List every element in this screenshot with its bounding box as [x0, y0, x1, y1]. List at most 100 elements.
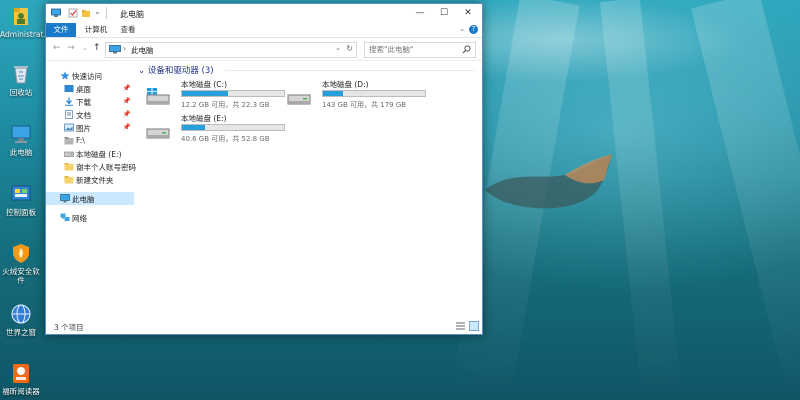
desktop-icon-foxit[interactable]: 福昕阅读器: [0, 362, 42, 396]
tab-view[interactable]: 查看: [116, 23, 140, 37]
this-pc-icon: [109, 45, 121, 54]
documents-folder-icon: [65, 110, 73, 119]
title-bar[interactable]: ⌄ 此电脑 — ☐ ✕: [46, 4, 482, 23]
pin-icon: 📌: [122, 110, 131, 118]
tab-file[interactable]: 文件: [46, 23, 76, 37]
breadcrumb-this-pc[interactable]: 此电脑: [131, 45, 154, 56]
window-title: 此电脑: [120, 10, 144, 19]
ribbon-tabs: 文件 计算机 查看 ⌄ ?: [46, 23, 482, 38]
desktop-icon-user-folder[interactable]: Administrat...: [0, 5, 51, 39]
section-title: 设备和驱动器 (3): [147, 66, 214, 76]
title-separator: [106, 7, 107, 19]
this-pc-icon: [60, 194, 70, 203]
details-view-icon[interactable]: [456, 322, 465, 330]
network-icon: [60, 213, 70, 221]
section-header[interactable]: ⌄ 设备和驱动器 (3): [138, 64, 214, 76]
nav-item-label: 此电脑: [72, 195, 95, 204]
desktop-folder-icon: [64, 85, 74, 92]
drive-name: 本地磁盘 (C:): [181, 80, 227, 89]
drive-item-d[interactable]: 本地磁盘 (D:) 143 GB 可用，共 179 GB: [287, 79, 427, 111]
drive-name: 本地磁盘 (E:): [181, 114, 227, 123]
desktop-icon-label: 此电脑: [9, 148, 33, 157]
this-pc-icon: [51, 8, 61, 17]
nav-item-label: 桌面: [76, 85, 91, 94]
properties-icon[interactable]: [68, 8, 78, 18]
mermaid-tail-image: [485, 154, 612, 209]
folder-icon: [64, 163, 74, 171]
drive-item-c[interactable]: 本地磁盘 (C:) 12.2 GB 可用，共 22.3 GB: [146, 79, 286, 111]
nav-item-label: 网络: [72, 214, 87, 223]
nav-item-drive-e[interactable]: 本地磁盘 (E:): [46, 147, 134, 160]
new-folder-icon[interactable]: [81, 8, 91, 18]
desktop-icon-theworld[interactable]: 世界之窗: [0, 303, 42, 337]
user-folder-icon: [10, 5, 32, 27]
help-icon[interactable]: ?: [469, 25, 478, 34]
expand-ribbon-icon[interactable]: ⌄: [459, 25, 465, 33]
drive-usage-fill: [182, 125, 206, 130]
recycle-bin-icon: [10, 63, 32, 85]
breadcrumb-separator[interactable]: ›: [123, 44, 126, 53]
drive-space-info: 143 GB 可用，共 179 GB: [322, 101, 407, 109]
pin-icon: 📌: [122, 123, 131, 131]
control-panel-icon: [10, 183, 32, 205]
drive-usage-bar: [181, 124, 285, 131]
refresh-icon[interactable]: ↻: [346, 44, 353, 53]
nav-item-this-pc[interactable]: 此电脑: [46, 192, 134, 205]
back-button[interactable]: ←: [53, 43, 61, 53]
minimize-button[interactable]: —: [408, 4, 432, 23]
huorong-security-icon: [10, 242, 32, 264]
address-dropdown-icon[interactable]: ⌄: [335, 44, 341, 52]
nav-item-label: 谢丰个人账号密码: [76, 163, 136, 172]
maximize-button[interactable]: ☐: [432, 4, 456, 23]
pictures-folder-icon: [64, 123, 74, 132]
desktop-icon-control-panel[interactable]: 控制面板: [0, 183, 42, 217]
folder-icon: [64, 137, 74, 145]
close-button[interactable]: ✕: [456, 4, 480, 23]
customize-toolbar-icon[interactable]: ⌄: [94, 7, 101, 16]
search-box[interactable]: [364, 42, 476, 58]
nav-item-documents[interactable]: 文档 📌: [46, 108, 134, 121]
drive-usage-bar: [322, 90, 426, 97]
nav-item-network[interactable]: 网络: [46, 211, 134, 224]
desktop-icon-this-pc[interactable]: 此电脑: [0, 123, 42, 157]
drive-space-info: 12.2 GB 可用，共 22.3 GB: [181, 101, 270, 109]
desktop-icon-label: 火绒安全软件: [2, 267, 40, 285]
collapse-chevron-icon[interactable]: ⌄: [138, 66, 145, 76]
nav-item-quick-access[interactable]: 快速访问: [46, 69, 134, 82]
folder-icon: [64, 176, 74, 184]
drive-space-info: 40.6 GB 可用，共 52.8 GB: [181, 135, 270, 143]
navigation-bar: ← → ⌄ ↑ › 此电脑 ⌄ ↻: [46, 38, 482, 61]
nav-item-downloads[interactable]: 下载 📌: [46, 95, 134, 108]
windows-drive-icon: [146, 88, 170, 105]
status-bar: 3 个项目: [46, 318, 482, 334]
desktop-icon-huorong[interactable]: 火绒安全软件: [0, 242, 42, 285]
drive-item-e[interactable]: 本地磁盘 (E:) 40.6 GB 可用，共 52.8 GB: [146, 113, 286, 145]
star-icon: [60, 71, 70, 80]
drive-name: 本地磁盘 (D:): [322, 80, 369, 89]
explorer-window: ⌄ 此电脑 — ☐ ✕ 文件 计算机 查看 ⌄ ? ← → ⌄ ↑ › 此电脑 …: [45, 3, 483, 335]
forward-button[interactable]: →: [67, 43, 75, 53]
up-button[interactable]: ↑: [93, 43, 101, 53]
content-area: ⌄ 设备和驱动器 (3) 本地磁盘 (C:) 12.2 GB 可用，共 22.3…: [138, 61, 480, 317]
nav-item-desktop[interactable]: 桌面 📌: [46, 82, 134, 95]
search-icon[interactable]: [462, 45, 471, 54]
nav-item-account-folder[interactable]: 谢丰个人账号密码: [46, 160, 136, 173]
address-bar[interactable]: › 此电脑 ⌄ ↻: [105, 42, 357, 58]
recent-locations-button[interactable]: ⌄: [82, 44, 88, 52]
search-input[interactable]: [369, 44, 457, 55]
nav-item-label: 图片: [76, 124, 91, 133]
drive-icon: [64, 151, 74, 157]
light-ray: [691, 0, 800, 397]
tab-computer[interactable]: 计算机: [80, 23, 112, 37]
nav-item-new-folder[interactable]: 新建文件夹: [46, 173, 134, 186]
nav-item-pictures[interactable]: 图片 📌: [46, 121, 134, 134]
item-count: 3 个项目: [54, 323, 84, 332]
large-icons-view-icon[interactable]: [469, 321, 479, 331]
this-pc-icon: [10, 123, 32, 145]
drive-usage-fill: [182, 91, 228, 96]
drive-usage-bar: [181, 90, 285, 97]
nav-item-f-drive[interactable]: F:\: [46, 134, 134, 147]
desktop-icon-recycle-bin[interactable]: 回收站: [0, 63, 42, 97]
nav-item-label: 下载: [76, 98, 91, 107]
nav-item-label: 文档: [76, 111, 91, 120]
